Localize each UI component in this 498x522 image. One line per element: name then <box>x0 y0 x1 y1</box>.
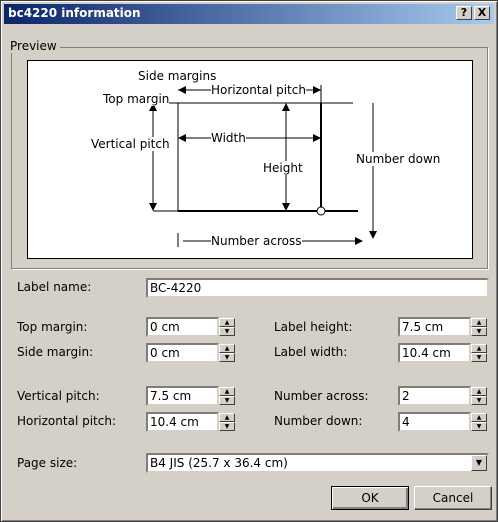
label-name-label: Label name: <box>17 280 92 294</box>
up-arrow-icon[interactable]: ▲ <box>471 387 487 396</box>
vertical-pitch-down-arrow <box>149 203 157 211</box>
up-arrow-icon[interactable]: ▲ <box>471 318 487 327</box>
horizontal-pitch-spinner[interactable]: ▲ ▼ <box>219 412 239 432</box>
up-arrow-icon[interactable]: ▲ <box>471 413 487 422</box>
height-diagram-label: Height <box>263 161 303 175</box>
chevron-down-icon[interactable]: ▼ <box>471 455 487 471</box>
help-button[interactable]: ? <box>456 6 472 20</box>
number-across-diagram-label: Number across <box>211 234 302 248</box>
corner-marker <box>316 206 326 216</box>
title-bar[interactable]: bc4220 information ? X <box>4 4 494 24</box>
down-arrow-icon[interactable]: ▼ <box>219 396 235 405</box>
top-margin-input[interactable]: 0 cm <box>146 317 219 337</box>
page-size-value: B4 JIS (25.7 x 36.4 cm) <box>150 456 288 470</box>
number-across-arrow <box>355 237 363 245</box>
up-arrow-icon[interactable]: ▲ <box>471 344 487 353</box>
vertical-pitch-label: Vertical pitch: <box>17 389 100 403</box>
number-down-diagram-label: Number down <box>356 152 441 166</box>
down-arrow-icon[interactable]: ▼ <box>471 353 487 362</box>
label-height-label: Label height: <box>274 320 353 334</box>
cancel-button[interactable]: Cancel <box>414 486 492 510</box>
number-down-label: Number down: <box>274 414 363 428</box>
number-across-input[interactable]: 2 <box>398 386 471 406</box>
width-diagram-label: Width <box>211 131 246 145</box>
horizontal-pitch-input[interactable]: 10.4 cm <box>146 412 219 432</box>
close-button[interactable]: X <box>474 6 490 20</box>
number-across-label: Number across: <box>274 389 369 403</box>
label-width-label: Label width: <box>274 345 348 359</box>
label-width-spinner[interactable]: ▲ ▼ <box>471 343 491 363</box>
page-size-label: Page size: <box>17 456 78 470</box>
height-down-arrow <box>282 203 290 211</box>
down-arrow-icon[interactable]: ▼ <box>219 327 235 336</box>
label-height-spinner[interactable]: ▲ ▼ <box>471 317 491 337</box>
down-arrow-icon[interactable]: ▼ <box>219 422 235 431</box>
top-margin-diagram-label: Top margin <box>103 92 170 106</box>
vertical-pitch-spinner[interactable]: ▲ ▼ <box>219 386 239 406</box>
label-width-input[interactable]: 10.4 cm <box>398 343 471 363</box>
side-margins-label: Side margins <box>138 69 217 83</box>
vertical-pitch-input[interactable]: 7.5 cm <box>146 386 219 406</box>
number-down-spinner[interactable]: ▲ ▼ <box>471 412 491 432</box>
preview-group-label: Preview <box>7 39 60 53</box>
height-up-arrow <box>282 103 290 111</box>
page-size-select[interactable]: B4 JIS (25.7 x 36.4 cm) ▼ <box>146 453 489 473</box>
down-arrow-icon[interactable]: ▼ <box>471 422 487 431</box>
side-margin-label: Side margin: <box>17 345 94 359</box>
horizontal-pitch-right-arrow <box>313 86 321 94</box>
horizontal-pitch-label: Horizontal pitch: <box>17 414 116 428</box>
label-height-input[interactable]: 7.5 cm <box>398 317 471 337</box>
horizontal-pitch-diagram-label: Horizontal pitch <box>211 83 306 97</box>
up-arrow-icon[interactable]: ▲ <box>219 387 235 396</box>
up-arrow-icon[interactable]: ▲ <box>219 318 235 327</box>
down-arrow-icon[interactable]: ▼ <box>219 353 235 362</box>
preview-diagram: Side margins Top margin Horizontal pitch… <box>27 60 473 259</box>
side-margin-input[interactable]: 0 cm <box>146 343 219 363</box>
label-name-input[interactable]: BC-4220 <box>146 278 489 298</box>
down-arrow-icon[interactable]: ▼ <box>471 327 487 336</box>
width-right-arrow <box>313 134 321 142</box>
number-down-arrow <box>369 231 377 239</box>
down-arrow-icon[interactable]: ▼ <box>471 396 487 405</box>
side-margin-spinner[interactable]: ▲ ▼ <box>219 343 239 363</box>
ok-button[interactable]: OK <box>331 486 409 510</box>
top-margin-label: Top margin: <box>17 320 88 334</box>
dialog-window: bc4220 information ? X Preview Side marg… <box>0 0 498 522</box>
width-left-arrow <box>178 134 186 142</box>
window-title: bc4220 information <box>8 6 141 20</box>
vertical-pitch-diagram-label: Vertical pitch <box>91 137 170 151</box>
up-arrow-icon[interactable]: ▲ <box>219 344 235 353</box>
top-margin-spinner[interactable]: ▲ ▼ <box>219 317 239 337</box>
up-arrow-icon[interactable]: ▲ <box>219 413 235 422</box>
number-down-input[interactable]: 4 <box>398 412 471 432</box>
horizontal-pitch-left-arrow <box>178 86 186 94</box>
number-across-spinner[interactable]: ▲ ▼ <box>471 386 491 406</box>
